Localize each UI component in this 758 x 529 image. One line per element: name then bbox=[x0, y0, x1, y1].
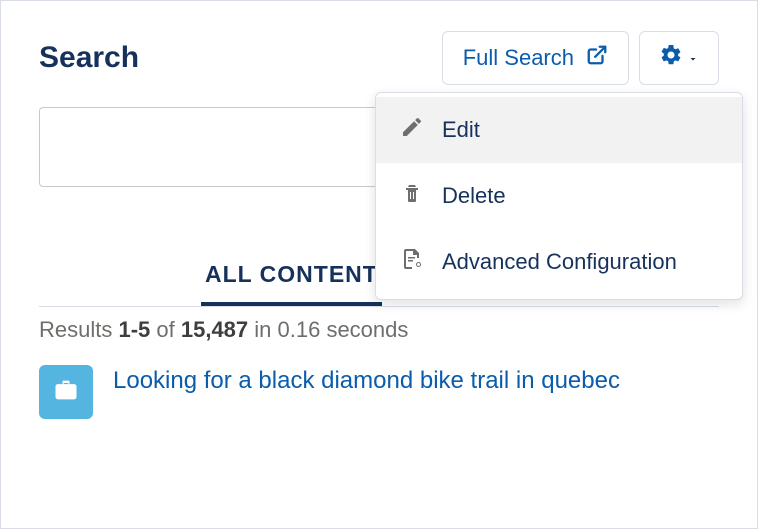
header-actions: Full Search bbox=[442, 31, 719, 85]
external-link-icon bbox=[586, 44, 608, 72]
pencil-icon bbox=[400, 115, 424, 145]
results-in: in bbox=[248, 317, 277, 342]
dropdown-delete-label: Delete bbox=[442, 183, 506, 209]
full-search-button[interactable]: Full Search bbox=[442, 31, 629, 85]
dropdown-delete[interactable]: Delete bbox=[376, 163, 742, 229]
settings-dropdown: Edit Delete Advanced Configuration bbox=[375, 92, 743, 300]
dropdown-advanced-label: Advanced Configuration bbox=[442, 249, 677, 275]
full-search-label: Full Search bbox=[463, 45, 574, 71]
chevron-down-icon bbox=[687, 45, 699, 71]
results-range: 1-5 bbox=[118, 317, 150, 342]
results-prefix: Results bbox=[39, 317, 118, 342]
tab-all-content[interactable]: ALL CONTENT bbox=[201, 251, 382, 306]
dropdown-advanced[interactable]: Advanced Configuration bbox=[376, 229, 742, 295]
results-of: of bbox=[150, 317, 181, 342]
results-total: 15,487 bbox=[181, 317, 248, 342]
dropdown-edit[interactable]: Edit bbox=[376, 97, 742, 163]
briefcase-icon bbox=[52, 376, 80, 409]
trash-icon bbox=[400, 181, 424, 211]
document-gear-icon bbox=[400, 247, 424, 277]
tabs-divider bbox=[39, 306, 719, 307]
results-seconds: 0.16 seconds bbox=[278, 317, 409, 342]
result-type-icon bbox=[39, 365, 93, 419]
gear-icon bbox=[659, 43, 683, 73]
page-title: Search bbox=[39, 41, 139, 75]
results-summary: Results 1-5 of 15,487 in 0.16 seconds bbox=[39, 317, 719, 343]
result-title-link[interactable]: Looking for a black diamond bike trail i… bbox=[113, 365, 620, 396]
dropdown-edit-label: Edit bbox=[442, 117, 480, 143]
result-row: Looking for a black diamond bike trail i… bbox=[39, 365, 719, 419]
settings-button[interactable] bbox=[639, 31, 719, 85]
